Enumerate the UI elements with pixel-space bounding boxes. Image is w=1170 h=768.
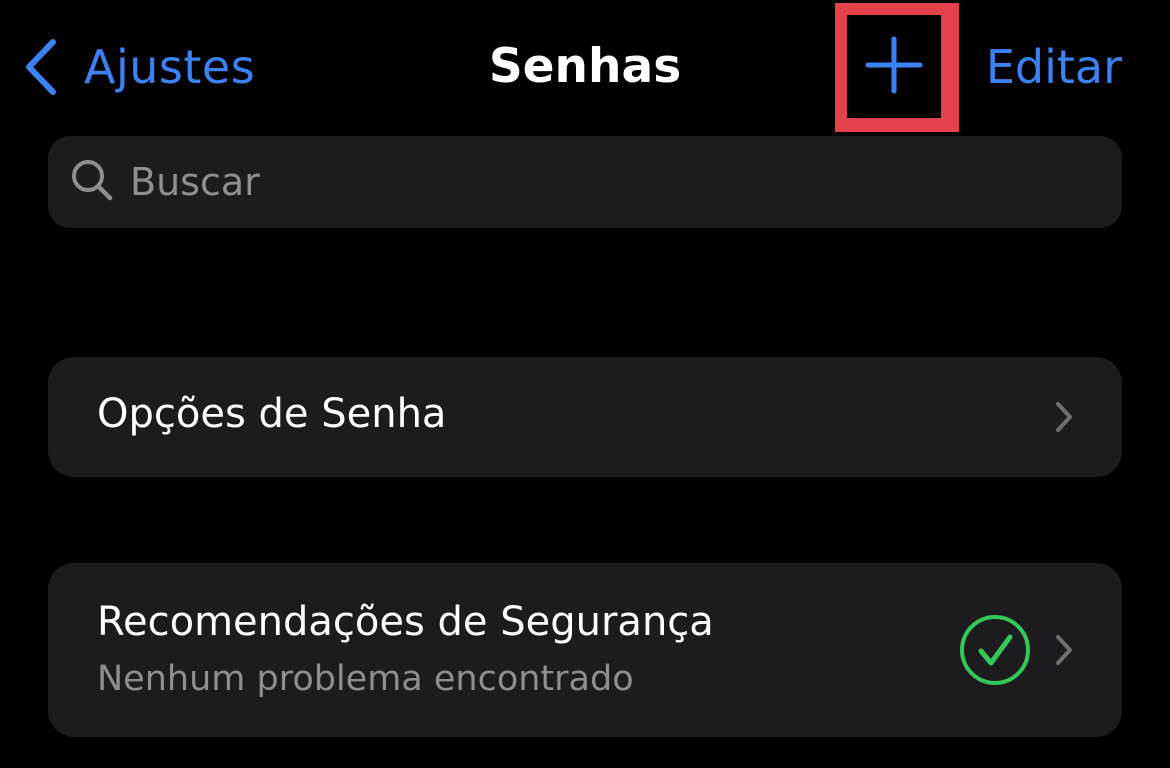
passwords-screen: Ajustes Senhas Editar Opções de Senha (0, 0, 1170, 768)
add-password-button[interactable] (847, 15, 941, 118)
edit-button[interactable]: Editar (986, 34, 1122, 100)
security-recommendations-label: Recomendações de Segurança (97, 599, 714, 645)
back-button[interactable]: Ajustes (24, 34, 255, 100)
search-icon (70, 158, 114, 206)
password-options-label: Opções de Senha (97, 391, 447, 437)
chevron-right-icon (1054, 401, 1074, 437)
security-recommendations-row[interactable]: Recomendações de Segurança Nenhum proble… (48, 563, 1122, 737)
plus-icon (865, 36, 923, 98)
security-status-text: Nenhum problema encontrado (97, 659, 634, 699)
checkmark-circle-icon (958, 613, 1032, 691)
search-bar[interactable] (48, 136, 1122, 228)
chevron-left-icon (24, 38, 58, 96)
chevron-right-icon (1054, 634, 1074, 670)
search-input[interactable] (130, 160, 1030, 204)
back-label: Ajustes (84, 40, 256, 94)
password-options-row[interactable]: Opções de Senha (48, 357, 1122, 477)
